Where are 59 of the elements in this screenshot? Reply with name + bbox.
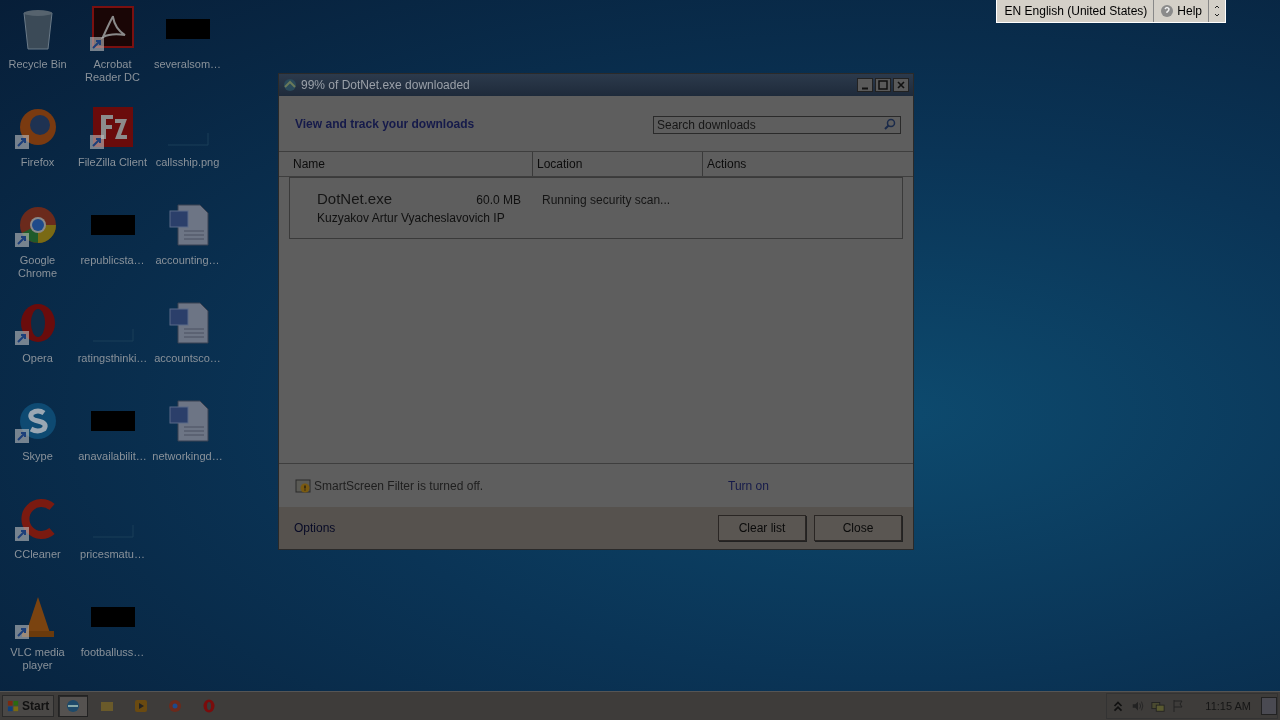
search-icon [884,117,896,130]
icon-label: ratingsthinki… [76,352,149,365]
file-size: 60.0 MB [476,193,521,207]
icon-label: accounting… [154,254,221,267]
browser-icon [167,698,184,714]
file-name: DotNet.exe [317,190,393,207]
icon-label: callsship.png [154,156,221,169]
show-desktop-button[interactable] [1261,697,1277,715]
icon-label: anavailabilit… [77,450,148,463]
turn-on-link[interactable]: Turn on [728,478,769,493]
column-header[interactable]: Name [279,152,533,176]
chevrons-icon [1214,5,1220,17]
speaker-icon[interactable] [1131,699,1146,713]
icon-label: Recycle Bin [7,58,68,71]
minimize-icon [862,86,868,90]
smartscreen-message: SmartScreen Filter is turned off. [314,478,485,493]
icon-label: Skype [21,450,54,463]
minimize-button[interactable] [857,78,873,92]
dialog-heading: View and track your downloads [295,116,475,131]
help-button[interactable]: Help [1154,0,1209,22]
media-player-icon [133,698,150,714]
icon-label: FileZilla Client [76,156,149,169]
icon-label: CCleaner [13,548,62,561]
window-title: 99% of DotNet.exe downloaded [301,78,471,92]
browser-icon [65,698,82,714]
search-field[interactable]: Search downloads [653,115,901,134]
warning-shield-icon [295,477,311,494]
icon-label: Firefox [19,156,56,169]
maximize-button[interactable] [875,78,891,92]
start-button[interactable]: Start [2,695,55,717]
icon-label: republicsta… [79,254,146,267]
icon-label: pricesmatu… [79,548,146,561]
globe-icon [283,78,297,92]
clear-list-button[interactable]: Clear list [718,515,806,541]
icon-label: networkingd… [151,450,224,463]
icon-label: accountsco… [153,352,222,365]
icon-label: Google Chrome [16,254,59,280]
download-status: Running security scan... [542,193,671,207]
maximize-icon [878,80,888,90]
close-button[interactable] [893,78,909,92]
network-icon[interactable] [1151,699,1166,713]
taskbar-app[interactable] [58,695,89,717]
close-button[interactable]: Close [814,515,902,541]
icon-label: Opera [21,352,54,365]
column-header[interactable]: Location [533,152,703,176]
app-icon[interactable] [88,5,137,53]
options-link[interactable]: Options [294,521,336,535]
icon-label: Acrobat Reader DC [84,58,141,84]
column-header[interactable]: Actions [703,152,747,176]
publisher: Kuzyakov Artur Vyacheslavovich IP [317,211,506,225]
help-label: Help [1177,4,1202,18]
icon-label: footballuss… [79,646,146,659]
close-icon [896,80,906,90]
icon-label: VLC media player [9,646,66,672]
windows-logo-icon [7,699,20,713]
download-item[interactable]: DotNet.exe 60.0 MB Kuzyakov Artur Vyacheslavovich IP Running security scan... [289,177,903,239]
language-button[interactable]: EN English (United States) [996,0,1155,22]
icon-label: severalsom… [152,58,223,71]
help-icon [1160,4,1175,18]
